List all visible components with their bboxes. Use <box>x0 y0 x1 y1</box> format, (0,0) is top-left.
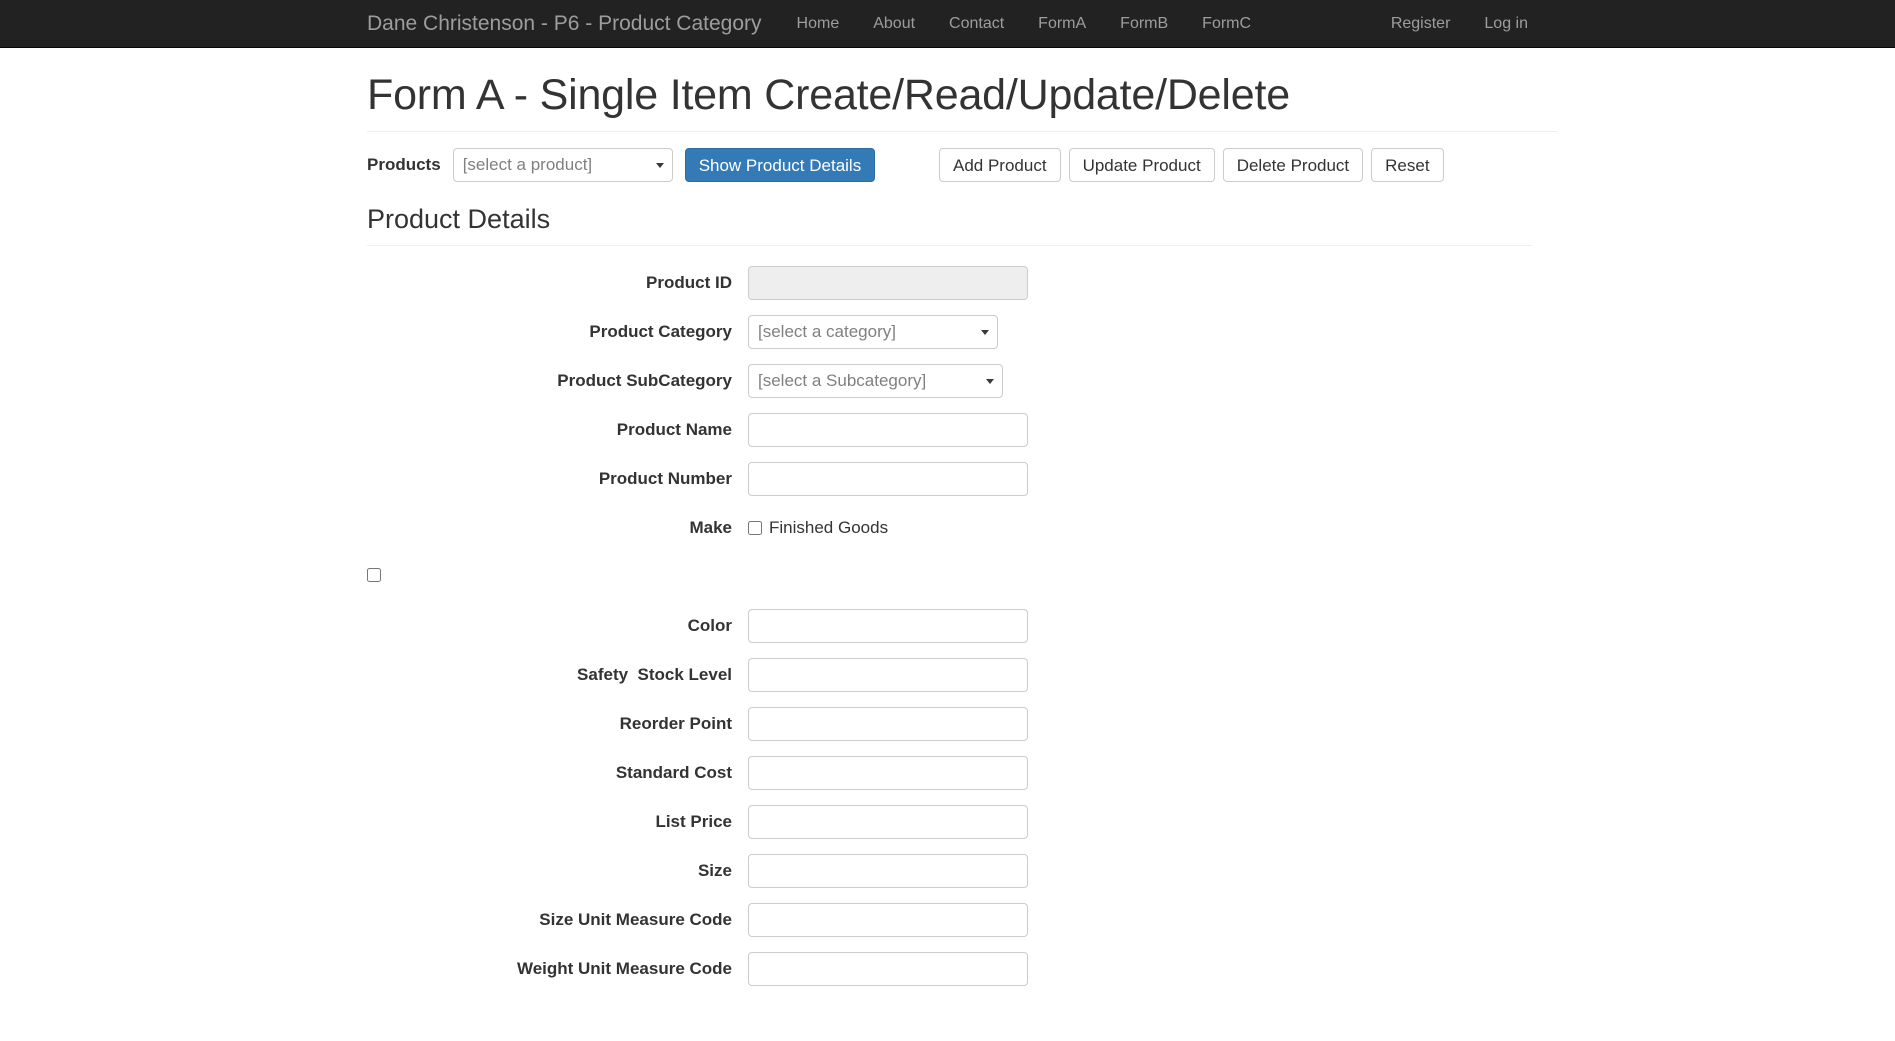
form-row-weight-unit-measure-code: Weight Unit Measure Code <box>367 952 1528 987</box>
add-product-button[interactable]: Add Product <box>939 148 1061 183</box>
finished-goods-checkbox[interactable] <box>748 521 762 536</box>
nav-link-register[interactable]: Register <box>1374 0 1468 48</box>
update-product-button[interactable]: Update Product <box>1068 148 1215 183</box>
weight-unit-measure-code-input[interactable] <box>748 952 1028 987</box>
form-row-product-subcategory: Product SubCategory [select a Subcategor… <box>367 364 1528 399</box>
stray-checkbox-row <box>367 560 1528 594</box>
nav-link-formc[interactable]: FormC <box>1185 0 1268 48</box>
product-name-label: Product Name <box>616 420 732 440</box>
nav-item-register: Register <box>1374 0 1468 48</box>
form-row-list-price: List Price <box>367 805 1528 840</box>
nav-item-home: Home <box>780 0 857 48</box>
page-title: Form A - Single Item Create/Read/Update/… <box>367 71 1290 119</box>
size-input[interactable] <box>748 854 1028 889</box>
nav-item-forma: FormA <box>1021 0 1103 48</box>
reorder-point-input[interactable] <box>748 707 1028 742</box>
product-number-input[interactable] <box>748 462 1028 497</box>
finished-goods-label: Finished Goods <box>769 518 889 538</box>
chevron-down-icon <box>986 379 994 385</box>
form-row-product-name: Product Name <box>367 413 1528 448</box>
nav-item-contact: Contact <box>932 0 1021 48</box>
make-label: Make <box>689 518 732 538</box>
reorder-point-label: Reorder Point <box>619 714 732 734</box>
product-action-buttons: Add Product Update Product Delete Produc… <box>939 148 1444 183</box>
standard-cost-input[interactable] <box>748 756 1028 791</box>
reset-button[interactable]: Reset <box>1371 148 1444 183</box>
size-label: Size <box>697 861 732 881</box>
product-id-label: Product ID <box>646 273 732 293</box>
product-toolbar: Products [select a product] Show Product… <box>367 148 1528 183</box>
product-name-input[interactable] <box>748 413 1028 448</box>
product-details-heading: Product Details <box>367 204 1532 247</box>
product-select[interactable]: [select a product] <box>452 148 673 183</box>
nav-item-login: Log in <box>1467 0 1545 48</box>
product-details-form: Product ID Product Category [select a ca… <box>367 266 1528 987</box>
top-navbar: Dane Christenson - P6 - Product Category… <box>0 0 1895 48</box>
form-row-make: Make Finished Goods <box>367 511 1528 545</box>
unlabeled-checkbox[interactable] <box>367 568 381 583</box>
nav-link-home[interactable]: Home <box>780 0 857 48</box>
size-unit-measure-code-label: Size Unit Measure Code <box>539 910 732 930</box>
safety-stock-level-label: Safety Stock Level <box>577 665 732 685</box>
navbar-inner: Dane Christenson - P6 - Product Category… <box>350 0 1545 47</box>
form-row-safety-stock-level: Safety Stock Level <box>367 658 1528 693</box>
product-select-value: [select a product] <box>462 155 593 175</box>
form-row-product-id: Product ID <box>367 266 1528 301</box>
nav-link-forma[interactable]: FormA <box>1021 0 1103 48</box>
navbar-brand[interactable]: Dane Christenson - P6 - Product Category <box>350 13 780 34</box>
form-row-size: Size <box>367 854 1528 889</box>
chevron-down-icon <box>981 330 989 336</box>
page-title-divider <box>367 131 1557 133</box>
nav-link-login[interactable]: Log in <box>1467 0 1545 48</box>
safety-stock-level-input[interactable] <box>748 658 1028 693</box>
navbar-primary-links: Home About Contact FormA FormB FormC <box>780 0 1269 47</box>
product-number-label: Product Number <box>598 469 732 489</box>
form-row-reorder-point: Reorder Point <box>367 707 1528 742</box>
size-unit-measure-code-input[interactable] <box>748 903 1028 938</box>
weight-unit-measure-code-label: Weight Unit Measure Code <box>516 959 732 979</box>
product-category-select-value: [select a category] <box>758 322 896 342</box>
product-category-label: Product Category <box>589 322 732 342</box>
product-subcategory-select-value: [select a Subcategory] <box>758 371 927 391</box>
bottom-spacer <box>367 1001 1528 1041</box>
nav-item-about: About <box>856 0 932 48</box>
product-subcategory-label: Product SubCategory <box>557 371 732 391</box>
nav-item-formc: FormC <box>1185 0 1268 48</box>
page-container: Form A - Single Item Create/Read/Update/… <box>350 71 1557 1041</box>
navbar-account-links: Register Log in <box>1374 0 1545 47</box>
delete-product-button[interactable]: Delete Product <box>1222 148 1364 183</box>
list-price-label: List Price <box>655 812 732 832</box>
product-id-input[interactable] <box>748 266 1028 301</box>
form-row-color: Color <box>367 609 1528 644</box>
product-category-select[interactable]: [select a category] <box>748 315 998 350</box>
products-label: Products <box>367 155 441 175</box>
nav-item-formb: FormB <box>1103 0 1185 48</box>
nav-link-contact[interactable]: Contact <box>932 0 1021 48</box>
nav-link-formb[interactable]: FormB <box>1103 0 1185 48</box>
chevron-down-icon <box>655 163 664 169</box>
show-product-details-button[interactable]: Show Product Details <box>684 148 876 183</box>
form-row-product-category: Product Category [select a category] <box>367 315 1528 350</box>
standard-cost-label: Standard Cost <box>615 763 732 783</box>
color-input[interactable] <box>748 609 1028 644</box>
nav-link-about[interactable]: About <box>856 0 932 48</box>
list-price-input[interactable] <box>748 805 1028 840</box>
form-row-product-number: Product Number <box>367 462 1528 497</box>
product-subcategory-select[interactable]: [select a Subcategory] <box>748 364 1003 399</box>
color-label: Color <box>687 616 732 636</box>
make-checkbox-group: Finished Goods <box>748 518 888 538</box>
form-row-size-unit-measure-code: Size Unit Measure Code <box>367 903 1528 938</box>
form-row-standard-cost: Standard Cost <box>367 756 1528 791</box>
